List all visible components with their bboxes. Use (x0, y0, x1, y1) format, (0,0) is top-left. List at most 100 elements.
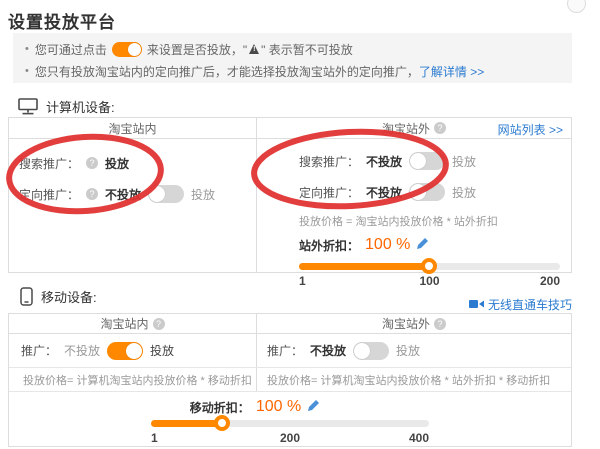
page-title: 设置投放平台 (8, 8, 116, 33)
help-icon[interactable] (86, 188, 98, 200)
discount-value: 100 % (256, 398, 301, 416)
column-title: 淘宝站外 (382, 120, 430, 137)
computer-table: 淘宝站内 淘宝站外 网站列表 >> 搜索推广： 投放 定向推广： (8, 117, 572, 273)
toggle-knob (128, 43, 141, 56)
notice-line-1: • 您可通过点击 来设置是否投放，" " 表示暂不可投放 (25, 38, 572, 60)
row-value: 不投放 (310, 342, 346, 359)
help-icon[interactable] (434, 318, 446, 330)
scale-mid: 200 (280, 431, 300, 445)
computer-icon (18, 98, 38, 115)
row-value: 投放 (105, 155, 129, 172)
slider-track[interactable] (299, 263, 560, 270)
offsite-discount-line: 站外折扣： 100 % (299, 236, 571, 254)
row-label: 推广： (21, 342, 57, 359)
computer-section-heading: 计算机设备: (18, 97, 115, 116)
learn-more-link[interactable]: 了解详情 >> (419, 63, 484, 80)
row-label: 搜索推广： (19, 155, 79, 172)
section-title: 计算机设备: (46, 97, 115, 116)
computer-offsite-cell: 搜索推广： 不投放 投放 定向推广： 不投放 投放 投放价格 = 淘宝站内投放价… (257, 139, 571, 273)
discount-value: 100 % (365, 236, 410, 254)
onsite-column-header: 淘宝站内 (9, 118, 257, 138)
targeted-promo-row: 定向推广： 不投放 投放 (19, 184, 256, 204)
scale-min: 1 (151, 431, 158, 445)
toggle-knob (354, 343, 370, 359)
search-promo-row: 搜索推广： 不投放 投放 (299, 151, 571, 171)
row-label: 定向推广： (299, 184, 359, 201)
toggle-on-label: 投放 (452, 153, 476, 170)
edit-pencil-icon[interactable] (307, 399, 320, 415)
warning-icon (249, 44, 259, 54)
scale-min: 1 (299, 274, 306, 288)
example-toggle-icon (112, 42, 142, 57)
offsite-search-toggle[interactable] (409, 152, 445, 170)
toggle-on-label: 投放 (452, 184, 476, 201)
mobile-formula-row: 投放价格= 计算机淘宝站内投放价格 * 移动折扣 投放价格= 计算机淘宝站内投放… (9, 368, 571, 392)
toggle-knob (149, 186, 165, 202)
slider-track[interactable] (151, 420, 429, 427)
offsite-discount-slider[interactable]: 1 100 200 (299, 263, 560, 288)
column-title: 淘宝站内 (108, 120, 156, 137)
onsite-column-header: 淘宝站内 (9, 314, 257, 333)
edit-pencil-icon[interactable] (416, 237, 429, 253)
offsite-price-formula: 投放价格 = 淘宝站内投放价格 * 站外折扣 (299, 213, 571, 229)
row-value: 不投放 (105, 186, 141, 203)
row-value: 不投放 (366, 184, 402, 201)
mobile-onsite-toggle[interactable] (107, 342, 143, 360)
row-value: 不投放 (366, 153, 402, 170)
onsite-targeted-toggle[interactable] (148, 185, 184, 203)
mobile-discount-line: 移动折扣： 100 % (0, 398, 536, 416)
wireless-tips-link[interactable]: 无线直通车技巧 (469, 296, 572, 313)
slider-handle[interactable] (421, 258, 437, 274)
toggle-on-label: 投放 (191, 186, 215, 203)
video-camera-icon (469, 298, 484, 312)
column-title: 淘宝站外 (382, 315, 430, 332)
column-title: 淘宝站内 (100, 315, 148, 332)
mobile-table-header: 淘宝站内 淘宝站外 (9, 314, 571, 334)
search-promo-row: 搜索推广： 投放 (19, 153, 256, 173)
mobile-section-heading: 移动设备: (20, 287, 97, 306)
row-label: 定向推广： (19, 186, 79, 203)
slider-fill (299, 263, 430, 270)
mobile-discount-row: 移动折扣： 100 % 1 200 400 (9, 392, 571, 445)
offsite-column-header: 淘宝站外 网站列表 >> (257, 118, 571, 138)
toggle-on-label: 投放 (396, 342, 420, 359)
mobile-table: 淘宝站内 淘宝站外 推广： 不投放 投放 推广： 不投放 (8, 313, 572, 447)
notice-text: " 表示暂不可投放 (261, 41, 353, 58)
discount-label: 站外折扣： (299, 237, 359, 254)
scale-mid: 100 (419, 274, 439, 288)
set-delivery-platform-dialog: 设置投放平台 • 您可通过点击 来设置是否投放，" " 表示暂不可投放 • 您只… (0, 0, 600, 449)
targeted-promo-row: 定向推广： 不投放 投放 (299, 182, 571, 202)
notice-line-2: • 您只有投放淘宝站内的定向推广后，才能选择投放淘宝站外的定向推广， 了解详情 … (25, 60, 572, 82)
mobile-onsite-promo: 推广： 不投放 投放 (9, 334, 257, 367)
mobile-toggle-row: 推广： 不投放 投放 推广： 不投放 投放 (9, 334, 571, 368)
scale-max: 400 (409, 431, 429, 445)
offsite-targeted-toggle[interactable] (409, 183, 445, 201)
toggle-knob (410, 153, 426, 169)
mobile-offsite-promo: 推广： 不投放 投放 (257, 334, 571, 367)
mobile-discount-slider[interactable]: 1 200 400 (151, 420, 429, 445)
mobile-onsite-formula-cell: 投放价格= 计算机淘宝站内投放价格 * 移动折扣 (9, 368, 257, 391)
close-button[interactable] (567, 0, 586, 13)
site-list-link[interactable]: 网站列表 >> (498, 121, 563, 138)
help-icon[interactable] (86, 157, 98, 169)
slider-scale: 1 100 200 (299, 274, 560, 288)
bullet-icon: • (25, 65, 29, 77)
notice-box: • 您可通过点击 来设置是否投放，" " 表示暂不可投放 • 您只有投放淘宝站内… (13, 33, 572, 83)
notice-text: 来设置是否投放，" (147, 41, 247, 58)
row-label: 推广： (267, 342, 303, 359)
mobile-phone-icon (20, 287, 33, 306)
price-formula: 投放价格= 计算机淘宝站内投放价格 * 站外折扣 * 移动折扣 (267, 372, 550, 388)
section-title: 移动设备: (41, 287, 97, 306)
bullet-icon: • (25, 43, 29, 55)
notice-text: 您可通过点击 (35, 41, 107, 58)
link-label: 无线直通车技巧 (488, 296, 572, 313)
help-icon[interactable] (153, 318, 165, 330)
computer-onsite-cell: 搜索推广： 投放 定向推广： 不投放 投放 (9, 139, 257, 273)
slider-handle[interactable] (214, 415, 230, 431)
slider-scale: 1 200 400 (151, 431, 429, 445)
help-icon[interactable] (434, 122, 446, 134)
toggle-knob (410, 184, 426, 200)
row-label: 搜索推广： (299, 153, 359, 170)
mobile-offsite-toggle[interactable] (353, 342, 389, 360)
toggle-knob (126, 343, 142, 359)
